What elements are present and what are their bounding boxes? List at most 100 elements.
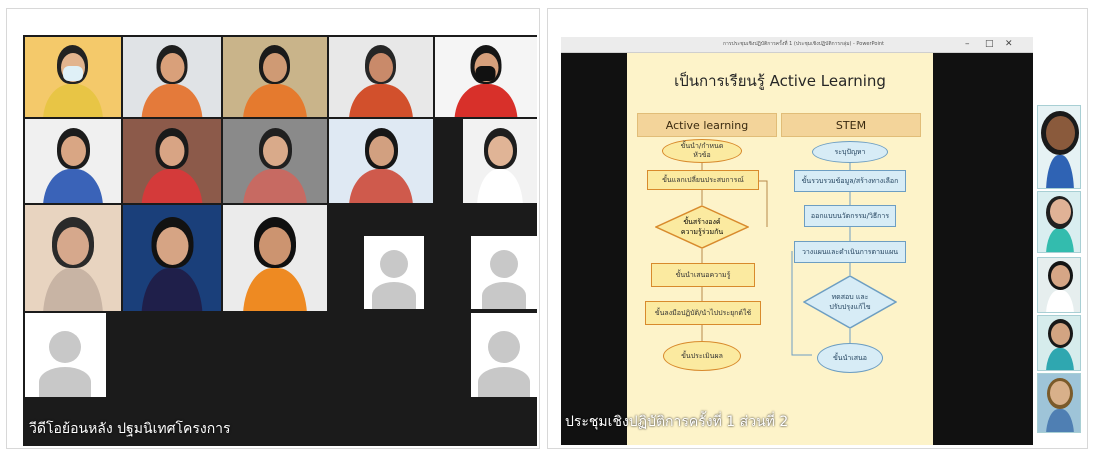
participant-body [454,84,518,117]
participant-tile-4[interactable] [329,37,433,117]
side-participant-4[interactable] [1037,315,1081,371]
participant-face [488,136,513,166]
minimize-icon[interactable]: – [965,39,970,49]
avatar-head [488,331,520,363]
participant-face [160,53,185,82]
avatar-body [482,282,526,309]
avatar-placeholder-tile-3[interactable] [25,313,106,397]
left-screenshot-panel: วีดีโอย้อนหลัง ปฐมนิเทศโครงการ [6,8,540,449]
participant-figure [141,45,203,117]
stem-step-5: ทดสอบ และ ปรับปรุงแก้ไข [803,275,897,329]
participant-tile-3[interactable] [223,37,327,117]
participant-face [263,136,288,166]
avatar-head [49,331,81,363]
participant-body [1046,290,1074,312]
participant-tile-7[interactable] [123,119,221,203]
participant-body [141,268,203,311]
participant-body [243,84,307,117]
avatar-body [478,367,530,397]
video-call-grid: วีดีโอย้อนหลัง ปฐมนิเทศโครงการ [23,35,537,446]
stem-step-3-label: ออกแบบนวัตกรรม/วิธีการ [810,211,890,220]
presentation-slide: เป็นการเรียนรู้ Active Learning Active l… [627,53,933,445]
participant-tile-13[interactable] [223,205,327,311]
avatar-head [380,250,408,278]
stem-step-5-label: ทดสอบ และ ปรับปรุงแก้ไข [829,293,871,311]
stem-step-1-label: ระบุปัญหา [834,147,866,156]
stem-step-4: วางแผนและดำเนินการตามแผน [794,241,906,263]
participant-face [263,53,287,82]
participant-tile-2[interactable] [123,37,221,117]
participant-body [43,169,103,203]
avatar-body [372,282,416,309]
participant-face [369,53,393,82]
side-participant-2[interactable] [1037,191,1081,253]
participant-body [349,84,413,117]
participant-figure [243,128,307,203]
stem-step-6-label: ขั้นนำเสนอ [833,353,867,362]
participant-figure [454,45,518,117]
participant-face [1051,265,1070,287]
maximize-icon[interactable]: □ [985,39,994,49]
shared-screen: การประชุมเชิงปฏิบัติการครั้งที่ 1 (ประชุ… [561,37,1046,445]
participant-tile-12[interactable] [123,205,221,311]
participant-body [243,169,307,203]
side-participant-1[interactable] [1037,105,1081,189]
participant-face [159,136,185,166]
participant-figure [243,45,307,117]
stem-step-2-label: ขั้นรวบรวมข้อมูล/สร้างทางเลือก [801,176,899,185]
video-caption: ประชุมเชิงปฏิบัติการครั้งที่ 1 ส่วนที่ 2 [565,414,789,430]
face-mask [475,66,496,81]
participant-tile-6[interactable] [25,119,121,203]
close-icon[interactable]: ✕ [1005,39,1013,49]
right-screenshot-panel: การประชุมเชิงปฏิบัติการครั้งที่ 1 (ประชุ… [547,8,1088,449]
participant-sidebar [1033,9,1085,448]
avatar-placeholder-tile-2[interactable] [471,236,537,309]
participant-tile-8[interactable] [223,119,327,203]
participant-tile-1[interactable] [25,37,121,117]
al-step-5-label: ขั้นลงมือปฏิบัติ/นำไปประยุกต์ใช้ [654,308,752,317]
participant-tile-11[interactable] [25,205,121,311]
participant-figure [43,45,103,117]
avatar-body [39,367,91,397]
participant-face [156,227,189,265]
avatar-head [490,250,518,278]
participant-face [1046,116,1075,150]
participant-figure [349,45,413,117]
participant-figure [243,217,307,311]
participant-face [369,136,394,166]
participant-body [1046,348,1074,370]
participant-tile-10[interactable] [463,119,537,203]
participant-figure [141,217,203,311]
participant-face [1050,199,1071,224]
participant-tile-9[interactable] [329,119,433,203]
participant-face [1050,381,1070,405]
stem-step-4-label: วางแผนและดำเนินการตามแผน [801,247,899,256]
participant-body [349,169,413,203]
participant-figure [349,128,413,203]
participant-figure [477,128,523,203]
al-step-2-label: ขั้นแลกเปลี่ยนประสบการณ์ [662,175,744,184]
participant-face [259,227,291,265]
participant-body [141,169,203,203]
stem-step-6: ขั้นนำเสนอ [817,343,883,373]
powerpoint-title-bar: การประชุมเชิงปฏิบัติการครั้งที่ 1 (ประชุ… [561,37,1046,53]
side-participant-3[interactable] [1037,257,1081,313]
al-step-4-label: ขั้นนำเสนอความรู้ [675,270,731,279]
participant-body [1046,155,1074,188]
al-step-4: ขั้นนำเสนอความรู้ [651,263,755,287]
participant-body [1046,409,1074,432]
avatar-placeholder-tile-4[interactable] [471,313,537,397]
stem-step-3: ออกแบบนวัตกรรม/วิธีการ [804,205,896,227]
participant-face [57,227,89,265]
participant-figure [43,217,103,311]
al-step-1: ขั้นนำ/กำหนด หัวข้อ [662,139,742,163]
participant-body [243,268,307,311]
side-participant-5[interactable] [1037,373,1081,433]
al-step-2: ขั้นแลกเปลี่ยนประสบการณ์ [647,170,759,190]
avatar-placeholder-tile-1[interactable] [364,236,424,309]
participant-body [141,84,203,117]
al-step-5: ขั้นลงมือปฏิบัติ/นำไปประยุกต์ใช้ [645,301,761,325]
participant-tile-5[interactable] [435,37,537,117]
al-step-3: ขั้นสร้างองค์ ความรู้ร่วมกัน [655,205,749,249]
window-title: การประชุมเชิงปฏิบัติการครั้งที่ 1 (ประชุ… [723,41,884,47]
